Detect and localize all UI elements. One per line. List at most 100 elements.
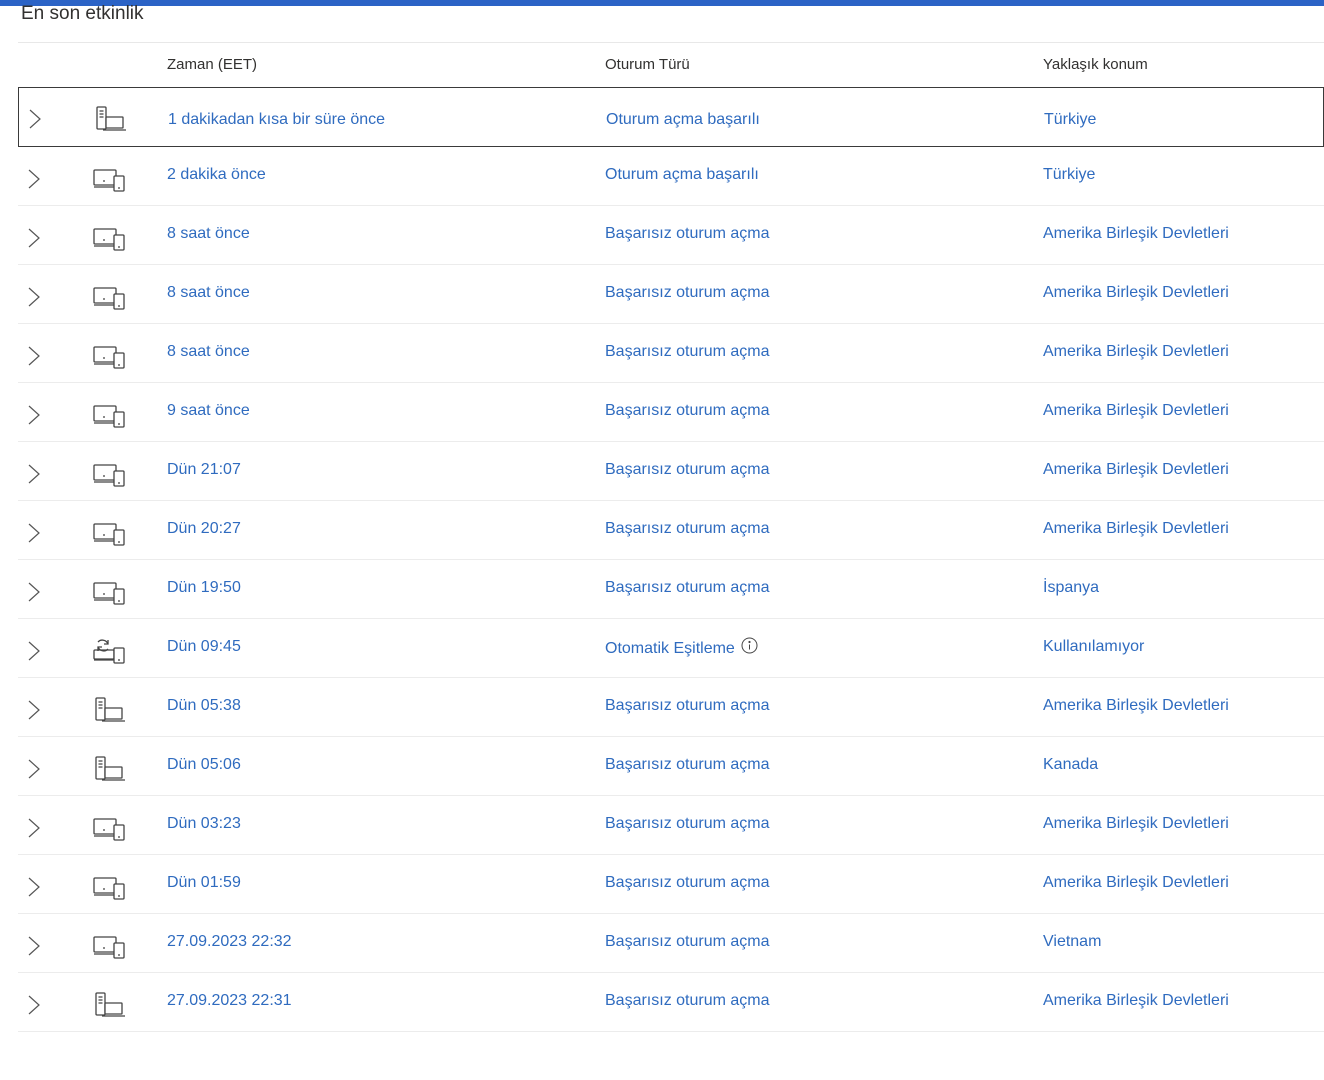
row-location[interactable]: Amerika Birleşik Devletleri: [1043, 696, 1229, 716]
chevron-right-icon[interactable]: [26, 287, 42, 307]
row-location[interactable]: Amerika Birleşik Devletleri: [1043, 814, 1229, 834]
row-time[interactable]: Dün 03:23: [167, 814, 241, 834]
top-accent-bar: [0, 0, 1324, 6]
row-session-type[interactable]: Başarısız oturum açma: [605, 460, 770, 480]
row-location[interactable]: Amerika Birleşik Devletleri: [1043, 283, 1229, 303]
chevron-right-icon[interactable]: [26, 346, 42, 366]
row-location[interactable]: Amerika Birleşik Devletleri: [1043, 873, 1229, 893]
row-location[interactable]: Türkiye: [1044, 110, 1096, 130]
table-row[interactable]: Dün 21:07 Başarısız oturum açma Amerika Bi…: [18, 442, 1324, 501]
table-row[interactable]: 8 saat önce Başarısız oturum açma Amerika …: [18, 324, 1324, 383]
row-location[interactable]: Amerika Birleşik Devletleri: [1043, 342, 1229, 362]
row-location[interactable]: Amerika Birleşik Devletleri: [1043, 224, 1229, 244]
row-session-type[interactable]: Başarısız oturum açma: [605, 873, 770, 893]
table-row[interactable]: 8 saat önce Başarısız oturum açma Amerika …: [18, 206, 1324, 265]
chevron-right-icon[interactable]: [26, 936, 42, 956]
table-row[interactable]: Dün 05:38 Başarısız oturum açma Amerika Bi…: [18, 678, 1324, 737]
row-time[interactable]: Dün 05:06: [167, 755, 241, 775]
row-time[interactable]: Dün 05:38: [167, 696, 241, 716]
row-location[interactable]: Amerika Birleşik Devletleri: [1043, 460, 1229, 480]
table-row[interactable]: 27.09.2023 22:32 Başarısız oturum açma Vie…: [18, 914, 1324, 973]
row-session-type[interactable]: Otomatik Eşitleme: [605, 637, 758, 659]
table-row[interactable]: 2 dakika önce Oturum açma başarılı Türkiye: [18, 147, 1324, 206]
row-session-type[interactable]: Oturum açma başarılı: [606, 110, 760, 130]
row-time[interactable]: 27.09.2023 22:31: [167, 991, 292, 1011]
row-session-type-label: Başarısız oturum açma: [605, 933, 770, 950]
row-time[interactable]: 8 saat önce: [167, 283, 250, 303]
chevron-right-icon[interactable]: [26, 169, 42, 189]
row-session-type[interactable]: Başarısız oturum açma: [605, 401, 770, 421]
table-row[interactable]: Dün 05:06 Başarısız oturum açma Kanada: [18, 737, 1324, 796]
row-location[interactable]: Kanada: [1043, 755, 1098, 775]
row-session-type-label: Başarısız oturum açma: [605, 815, 770, 832]
row-time[interactable]: 8 saat önce: [167, 224, 250, 244]
row-location[interactable]: Amerika Birleşik Devletleri: [1043, 519, 1229, 539]
laptop-phone-icon: [92, 402, 128, 428]
chevron-right-icon[interactable]: [26, 641, 42, 661]
row-location[interactable]: Amerika Birleşik Devletleri: [1043, 991, 1229, 1011]
chevron-right-icon[interactable]: [26, 877, 42, 897]
table-row[interactable]: Dün 20:27 Başarısız oturum açma Amerika Bi…: [18, 501, 1324, 560]
table-row[interactable]: 1 dakikadan kısa bir süre önce Oturum açm…: [18, 87, 1324, 147]
row-session-type[interactable]: Başarısız oturum açma: [605, 519, 770, 539]
row-session-type-label: Başarısız oturum açma: [605, 520, 770, 537]
row-location[interactable]: İspanya: [1043, 578, 1099, 598]
chevron-right-icon[interactable]: [26, 700, 42, 720]
row-session-type[interactable]: Başarısız oturum açma: [605, 991, 770, 1011]
row-session-type[interactable]: Oturum açma başarılı: [605, 165, 759, 185]
row-time[interactable]: Dün 21:07: [167, 460, 241, 480]
row-time[interactable]: Dün 01:59: [167, 873, 241, 893]
table-row[interactable]: 9 saat önce Başarısız oturum açma Amerika …: [18, 383, 1324, 442]
row-session-type[interactable]: Başarısız oturum açma: [605, 814, 770, 834]
laptop-phone-icon: [92, 579, 128, 605]
chevron-right-icon[interactable]: [26, 523, 42, 543]
row-time[interactable]: 27.09.2023 22:32: [167, 932, 292, 952]
row-session-type-label: Başarısız oturum açma: [605, 992, 770, 1009]
row-time[interactable]: 1 dakikadan kısa bir süre önce: [168, 110, 385, 130]
row-session-type-label: Otomatik Eşitleme: [605, 640, 735, 657]
row-time[interactable]: 2 dakika önce: [167, 165, 266, 185]
desktop-laptop-icon: [92, 697, 128, 723]
table-body: 1 dakikadan kısa bir süre önce Oturum açm…: [18, 87, 1324, 1032]
chevron-right-icon[interactable]: [26, 818, 42, 838]
row-time[interactable]: Dün 20:27: [167, 519, 241, 539]
row-session-type[interactable]: Başarısız oturum açma: [605, 224, 770, 244]
laptop-phone-icon: [92, 933, 128, 959]
column-header-type: Oturum Türü: [605, 56, 690, 73]
table-row[interactable]: Dün 03:23 Başarısız oturum açma Amerika Bi…: [18, 796, 1324, 855]
table-row[interactable]: 8 saat önce Başarısız oturum açma Amerika …: [18, 265, 1324, 324]
chevron-right-icon[interactable]: [26, 405, 42, 425]
row-session-type[interactable]: Başarısız oturum açma: [605, 932, 770, 952]
activity-table: Zaman (EET) Oturum Türü Yaklaşık konum 1…: [18, 42, 1324, 1032]
laptop-phone-icon: [92, 874, 128, 900]
desktop-laptop-icon: [92, 756, 128, 782]
chevron-right-icon[interactable]: [26, 995, 42, 1015]
row-time[interactable]: 8 saat önce: [167, 342, 250, 362]
chevron-right-icon[interactable]: [26, 759, 42, 779]
row-session-type[interactable]: Başarısız oturum açma: [605, 755, 770, 775]
table-row[interactable]: Dün 01:59 Başarısız oturum açma Amerika Bi…: [18, 855, 1324, 914]
table-row[interactable]: Dün 19:50 Başarısız oturum açma İspanya: [18, 560, 1324, 619]
column-header-time: Zaman (EET): [167, 56, 258, 73]
chevron-right-icon[interactable]: [27, 109, 43, 129]
laptop-phone-icon: [92, 166, 128, 192]
table-row[interactable]: Dün 09:45 Otomatik Eşitleme Kullanılamıyor: [18, 619, 1324, 678]
chevron-right-icon[interactable]: [26, 464, 42, 484]
row-time[interactable]: Dün 09:45: [167, 637, 241, 657]
chevron-right-icon[interactable]: [26, 582, 42, 602]
row-location[interactable]: Vietnam: [1043, 932, 1101, 952]
row-session-type-label: Başarısız oturum açma: [605, 402, 770, 419]
info-icon[interactable]: [741, 637, 758, 654]
table-row[interactable]: 27.09.2023 22:31 Başarısız oturum açma Ame…: [18, 973, 1324, 1032]
row-session-type[interactable]: Başarısız oturum açma: [605, 283, 770, 303]
row-time[interactable]: Dün 19:50: [167, 578, 241, 598]
chevron-right-icon[interactable]: [26, 228, 42, 248]
row-session-type-label: Başarısız oturum açma: [605, 343, 770, 360]
row-time[interactable]: 9 saat önce: [167, 401, 250, 421]
row-location[interactable]: Türkiye: [1043, 165, 1095, 185]
row-location[interactable]: Kullanılamıyor: [1043, 637, 1144, 657]
row-session-type[interactable]: Başarısız oturum açma: [605, 578, 770, 598]
row-session-type[interactable]: Başarısız oturum açma: [605, 342, 770, 362]
row-location[interactable]: Amerika Birleşik Devletleri: [1043, 401, 1229, 421]
row-session-type[interactable]: Başarısız oturum açma: [605, 696, 770, 716]
